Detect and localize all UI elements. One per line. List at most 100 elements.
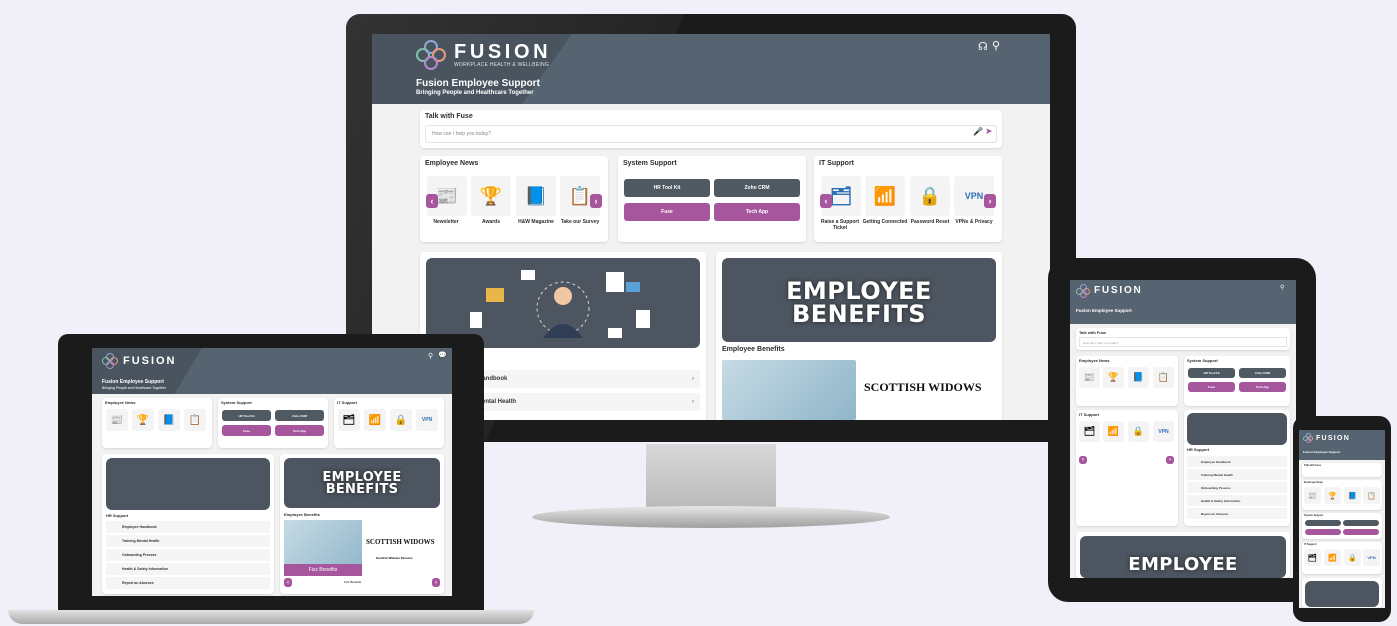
router-icon[interactable]: 📶 xyxy=(1103,421,1124,442)
it-item-label[interactable]: Getting Connected xyxy=(862,219,908,226)
page-title: Fusion Employee Support xyxy=(102,379,164,385)
support-ticket-icon[interactable]: 🗂 xyxy=(1079,421,1100,442)
hr-item[interactable]: Report an Absence xyxy=(106,577,270,589)
zoho-crm-button[interactable] xyxy=(1343,520,1379,526)
headset-icon[interactable]: ☊ xyxy=(978,40,988,53)
survey-icon[interactable]: 📋 xyxy=(1363,487,1380,504)
page-title: Fusion Employee Support xyxy=(1303,450,1341,454)
hr-item[interactable]: Employee Handbook xyxy=(1187,456,1287,467)
survey-icon[interactable]: 📋 xyxy=(184,409,206,431)
vpn-shield-icon[interactable]: VPN xyxy=(1363,549,1380,566)
zoho-crm-button[interactable]: Zoho CRM xyxy=(1239,368,1286,378)
tech-app-button[interactable] xyxy=(1343,529,1379,535)
it-prev-button[interactable]: ‹ xyxy=(1079,456,1087,464)
router-icon[interactable]: 📶 xyxy=(865,176,905,216)
news-item-label[interactable]: Take our Survey xyxy=(557,219,603,226)
employee-news-card: Employee News 📰 🏆 📘 📋 xyxy=(102,398,212,448)
newsletter-icon[interactable]: 📰 xyxy=(1079,367,1100,388)
search-icon[interactable]: ⚲ xyxy=(992,39,1000,52)
fuse-button[interactable] xyxy=(1305,529,1341,535)
news-item-label[interactable]: Awards xyxy=(468,219,514,226)
benefits-card: EMPLOYEE BENEFITS Employee Benefits SCOT… xyxy=(716,252,1002,420)
tech-app-button[interactable]: Tech App xyxy=(714,203,800,221)
benefits-banner-title: EMPLOYEE BENEFITS xyxy=(284,471,440,497)
lock-icon[interactable]: 🔒 xyxy=(910,176,950,216)
hr-item[interactable]: Onboarding Process xyxy=(106,549,270,561)
awards-icon[interactable]: 🏆 xyxy=(132,409,154,431)
chat-icon[interactable]: 💬 xyxy=(438,351,447,359)
fusion-logo-icon xyxy=(1076,284,1090,298)
news-item-label[interactable]: H&W Magazine xyxy=(513,219,559,226)
it-next-button[interactable]: › xyxy=(984,194,996,208)
it-prev-button[interactable]: ‹ xyxy=(820,194,832,208)
benefits-banner: EMPLOYEE BENEFITS xyxy=(722,258,996,342)
page-subtitle: Bringing People and Healthcare Together xyxy=(102,386,166,390)
awards-icon[interactable]: 🏆 xyxy=(1324,487,1341,504)
news-item-label[interactable]: Newsletter xyxy=(423,219,469,226)
magazine-icon[interactable]: 📘 xyxy=(1128,367,1149,388)
benefits-prev-button[interactable]: ‹ xyxy=(284,578,292,587)
magazine-icon[interactable]: 📘 xyxy=(158,409,180,431)
lock-icon[interactable]: 🔒 xyxy=(1128,421,1149,442)
benefits-photo[interactable] xyxy=(722,360,856,420)
lock-icon[interactable]: 🔒 xyxy=(1344,549,1361,566)
page-title: Fusion Employee Support xyxy=(1076,308,1132,313)
it-item-label[interactable]: Password Reset xyxy=(907,219,953,226)
chat-input[interactable]: How can I help you today? xyxy=(1079,337,1287,347)
hr-tool-kit-button[interactable]: HR Tool Kit xyxy=(222,410,271,421)
benefits-next-button[interactable]: › xyxy=(432,578,440,587)
zoho-crm-button[interactable]: Zoho CRM xyxy=(714,179,800,197)
hr-item[interactable]: Training Mental Health xyxy=(106,535,270,547)
hr-item[interactable]: Training Mental Health xyxy=(1187,469,1287,480)
magazine-icon[interactable]: 📘 xyxy=(516,176,556,216)
newsletter-icon[interactable]: 📰 xyxy=(106,409,128,431)
fuse-button[interactable]: Fuse xyxy=(1188,382,1235,392)
news-next-button[interactable]: › xyxy=(590,194,602,208)
newsletter-icon[interactable]: 📰 xyxy=(1304,487,1321,504)
tech-app-button[interactable]: Tech App xyxy=(275,425,324,436)
benefits-banner: EMPLOYEE xyxy=(1080,536,1286,578)
fizz-caption: Fizz Benefits xyxy=(344,580,362,584)
news-prev-button[interactable]: ‹ xyxy=(426,194,438,208)
magazine-icon[interactable]: 📘 xyxy=(1344,487,1361,504)
router-icon[interactable]: 📶 xyxy=(1324,549,1341,566)
fizz-benefits-promo[interactable]: Fizz Benefits xyxy=(284,520,362,576)
hr-tool-kit-button[interactable]: HR Tool Kit xyxy=(624,179,710,197)
router-icon[interactable]: 📶 xyxy=(364,409,386,431)
awards-icon[interactable]: 🏆 xyxy=(471,176,511,216)
chevron-right-icon: › xyxy=(692,376,694,382)
tech-app-button[interactable]: Tech App xyxy=(1239,382,1286,392)
hr-item[interactable]: Health & Safety Information xyxy=(106,563,270,575)
benefits-title: Employee Benefits xyxy=(284,512,320,517)
awards-icon[interactable]: 🏆 xyxy=(1103,367,1124,388)
fuse-button[interactable]: Fuse xyxy=(222,425,271,436)
vpn-shield-icon[interactable]: VPN xyxy=(416,409,438,431)
fizz-benefits-label: Fizz Benefits xyxy=(284,564,362,576)
lock-icon[interactable]: 🔒 xyxy=(390,409,412,431)
hr-item[interactable]: Report an Absence xyxy=(1187,508,1287,519)
hr-item[interactable]: Employee Handbook xyxy=(106,521,270,533)
hr-banner-illustration xyxy=(1305,581,1379,607)
chat-input[interactable]: How can I help you today? xyxy=(425,125,997,143)
system-support-title: System Support xyxy=(623,160,677,167)
hr-item[interactable]: Onboarding Process xyxy=(1187,482,1287,493)
support-ticket-icon[interactable]: 🗂 xyxy=(338,409,360,431)
hr-tool-kit-button[interactable]: HR Tool Kit xyxy=(1188,368,1235,378)
send-icon[interactable]: ➤ xyxy=(985,126,993,137)
it-next-button[interactable]: › xyxy=(1166,456,1174,464)
fuse-button[interactable]: Fuse xyxy=(624,203,710,221)
employee-news-card: Employee News 📰 🏆 📘 📋 xyxy=(1302,480,1382,510)
support-ticket-icon[interactable]: 🗂 xyxy=(1304,549,1321,566)
vpn-shield-icon[interactable]: VPN xyxy=(1153,421,1174,442)
survey-icon[interactable]: 📋 xyxy=(1153,367,1174,388)
it-item-label[interactable]: Raise a Support Ticket xyxy=(817,219,863,232)
zoho-crm-button[interactable]: Zoho CRM xyxy=(275,410,324,421)
system-support-title: System Support xyxy=(1187,358,1218,363)
search-icon[interactable]: ⚲ xyxy=(1280,284,1284,291)
hr-tool-kit-button[interactable] xyxy=(1305,520,1341,526)
it-item-label[interactable]: VPNs & Privacy xyxy=(951,219,997,226)
hr-item[interactable]: Health & Safety Information xyxy=(1187,495,1287,506)
microphone-icon[interactable]: 🎤 xyxy=(973,127,983,136)
hr-support-card xyxy=(1302,578,1382,608)
search-icon[interactable]: ⚲ xyxy=(428,352,433,360)
